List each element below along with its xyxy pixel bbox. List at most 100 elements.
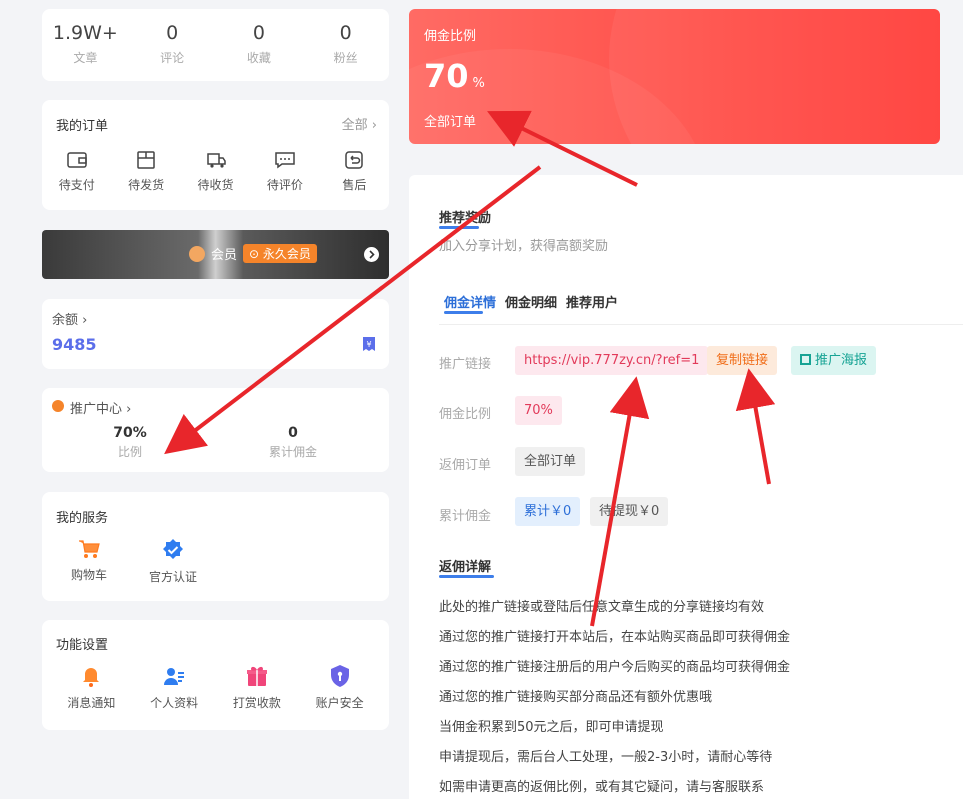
settings-title: 功能设置 <box>56 638 109 653</box>
stat-value: 1.9W+ <box>52 22 118 44</box>
referral-link[interactable]: https://vip.777zy.cn/?ref=1 <box>515 346 709 375</box>
rule-line: 申请提现后，需后台人工处理，一般2-3小时，请耐心等待 <box>439 750 773 765</box>
commission-footer[interactable]: 全部订单 <box>424 111 476 130</box>
rule-line: 此处的推广链接或登陆后任意文章生成的分享链接均有效 <box>439 600 765 615</box>
stat-value: 0 <box>252 22 265 44</box>
stat-favorites[interactable]: 0 收藏 <box>216 9 303 81</box>
my-orders-card: 我的订单 全部 › 待支付 待发货 待收货 待评价 售后 <box>42 100 389 210</box>
service-cart[interactable]: 购物车 <box>54 538 124 585</box>
vip-badge: ⊙ 永久会员 <box>243 244 317 263</box>
stat-label: 文章 <box>73 51 98 65</box>
rules-list: 此处的推广链接或登陆后任意文章生成的分享链接均有效 通过您的推广链接打开本站后，… <box>439 593 790 799</box>
crown-icon <box>189 245 205 262</box>
ratio-label: 佣金比例 <box>439 407 492 422</box>
rule-line: 通过您的推广链接注册后的用户今后购买的商品均可获得佣金 <box>439 660 791 675</box>
vip-banner[interactable]: 会员 ⊙ 永久会员 <box>42 230 389 279</box>
stat-fans[interactable]: 0 粉丝 <box>302 9 389 81</box>
promo-total-value: 0 <box>288 425 298 441</box>
stat-articles[interactable]: 1.9W+ 文章 <box>42 9 129 81</box>
my-services-card: 我的服务 购物车 官方认证 <box>42 492 389 601</box>
order-label: 售后 <box>342 178 367 192</box>
balance-value: 9485 <box>52 335 97 354</box>
order-pending-receive[interactable]: 待收货 <box>181 150 250 193</box>
promo-ratio-label: 比例 <box>117 445 142 459</box>
stat-label: 评论 <box>160 51 185 65</box>
service-label: 官方认证 <box>148 570 197 584</box>
truck-icon <box>206 153 226 168</box>
wallet-icon <box>66 152 87 168</box>
setting-notifications[interactable]: 消息通知 <box>56 664 126 711</box>
service-label: 购物车 <box>70 568 107 582</box>
orders-title: 我的订单 <box>56 119 109 134</box>
order-label: 待收货 <box>197 178 234 192</box>
stat-value: 0 <box>339 22 352 44</box>
yuan-ticket-icon: ¥ <box>363 337 375 351</box>
function-settings-card: 功能设置 消息通知 个人资料 打赏收款 账户安全 <box>42 620 389 730</box>
stat-value: 0 <box>166 22 179 44</box>
commission-unit: % <box>472 76 485 91</box>
total-value: 累计￥0 <box>515 497 581 526</box>
commission-ratio-card: 佣金比例 70% 全部订单 <box>409 9 940 144</box>
promotion-center-card[interactable]: 推广中心 › 70% 比例 0 累计佣金 <box>42 388 389 472</box>
commission-value: 70 <box>424 57 469 95</box>
balance-card[interactable]: 余额 › 9485 ¥ <box>42 299 389 369</box>
rules-title: 返佣详解 <box>439 560 492 575</box>
promo-poster-button[interactable]: 推广海报 <box>791 346 877 375</box>
reward-title: 推荐奖励 <box>439 211 492 226</box>
vip-label: 会员 <box>211 248 238 263</box>
chat-icon <box>275 152 295 169</box>
reward-subtitle: 加入分享计划，获得高额奖励 <box>439 239 609 254</box>
promo-ratio-value: 70% <box>113 425 147 441</box>
stat-comments[interactable]: 0 评论 <box>129 9 216 81</box>
reward-panel: 推荐奖励 加入分享计划，获得高额奖励 佣金详情 佣金明细 推荐用户 推广链接 h… <box>409 175 963 799</box>
rule-line: 如需申请更高的返佣比例，或有其它疑问，请与客服联系 <box>439 780 765 795</box>
qrcode-icon <box>800 354 811 365</box>
stat-label: 收藏 <box>246 51 271 65</box>
order-pending-ship[interactable]: 待发货 <box>111 150 180 193</box>
verified-icon <box>163 539 183 559</box>
poster-label: 推广海报 <box>815 353 868 368</box>
chevron-right-icon[interactable] <box>364 247 379 262</box>
shield-icon <box>330 665 349 687</box>
user-stats-card: 1.9W+ 文章 0 评论 0 收藏 0 粉丝 <box>42 9 389 81</box>
service-verified[interactable]: 官方认证 <box>138 538 208 585</box>
orders-all-link[interactable]: 全部 › <box>342 114 377 133</box>
order-after-sale[interactable]: 售后 <box>320 150 389 193</box>
cart-icon <box>79 540 100 558</box>
gift-icon <box>246 666 267 686</box>
order-label: 待发货 <box>128 178 165 192</box>
svg-text:¥: ¥ <box>366 340 371 349</box>
ratio-value: 70% <box>515 396 562 425</box>
tab-referred-users[interactable]: 推荐用户 <box>566 292 618 311</box>
promo-label: 推广中心 › <box>70 402 132 417</box>
order-label: 待评价 <box>266 178 303 192</box>
setting-label: 个人资料 <box>150 696 199 710</box>
rule-line: 当佣金积累到50元之后，即可申请提现 <box>439 720 664 735</box>
orders-value[interactable]: 全部订单 <box>515 447 586 476</box>
setting-donate[interactable]: 打赏收款 <box>222 664 292 711</box>
setting-profile[interactable]: 个人资料 <box>139 664 209 711</box>
order-pending-payment[interactable]: 待支付 <box>42 150 111 193</box>
bell-icon <box>83 668 100 687</box>
pending-value: 待提现￥0 <box>590 497 669 526</box>
rule-line: 通过您的推广链接购买部分商品还有额外优惠哦 <box>439 690 713 705</box>
setting-label: 打赏收款 <box>232 696 281 710</box>
copy-link-button[interactable]: 复制链接 <box>707 346 778 375</box>
total-label: 累计佣金 <box>439 509 492 524</box>
tab-commission-details[interactable]: 佣金详情 <box>444 292 496 311</box>
user-icon <box>164 668 185 685</box>
services-title: 我的服务 <box>56 511 109 526</box>
stat-label: 粉丝 <box>333 51 358 65</box>
link-label: 推广链接 <box>439 357 492 372</box>
commission-title: 佣金比例 <box>424 29 477 44</box>
promo-total-label: 累计佣金 <box>268 445 317 459</box>
order-label: 待支付 <box>58 178 95 192</box>
setting-security[interactable]: 账户安全 <box>305 664 375 711</box>
tab-commission-records[interactable]: 佣金明细 <box>505 292 557 311</box>
fire-icon <box>52 400 64 412</box>
orders-label: 返佣订单 <box>439 458 492 473</box>
order-pending-review[interactable]: 待评价 <box>250 150 319 193</box>
setting-label: 消息通知 <box>67 696 116 710</box>
box-icon <box>137 151 155 169</box>
rule-line: 通过您的推广链接打开本站后，在本站购买商品即可获得佣金 <box>439 630 791 645</box>
